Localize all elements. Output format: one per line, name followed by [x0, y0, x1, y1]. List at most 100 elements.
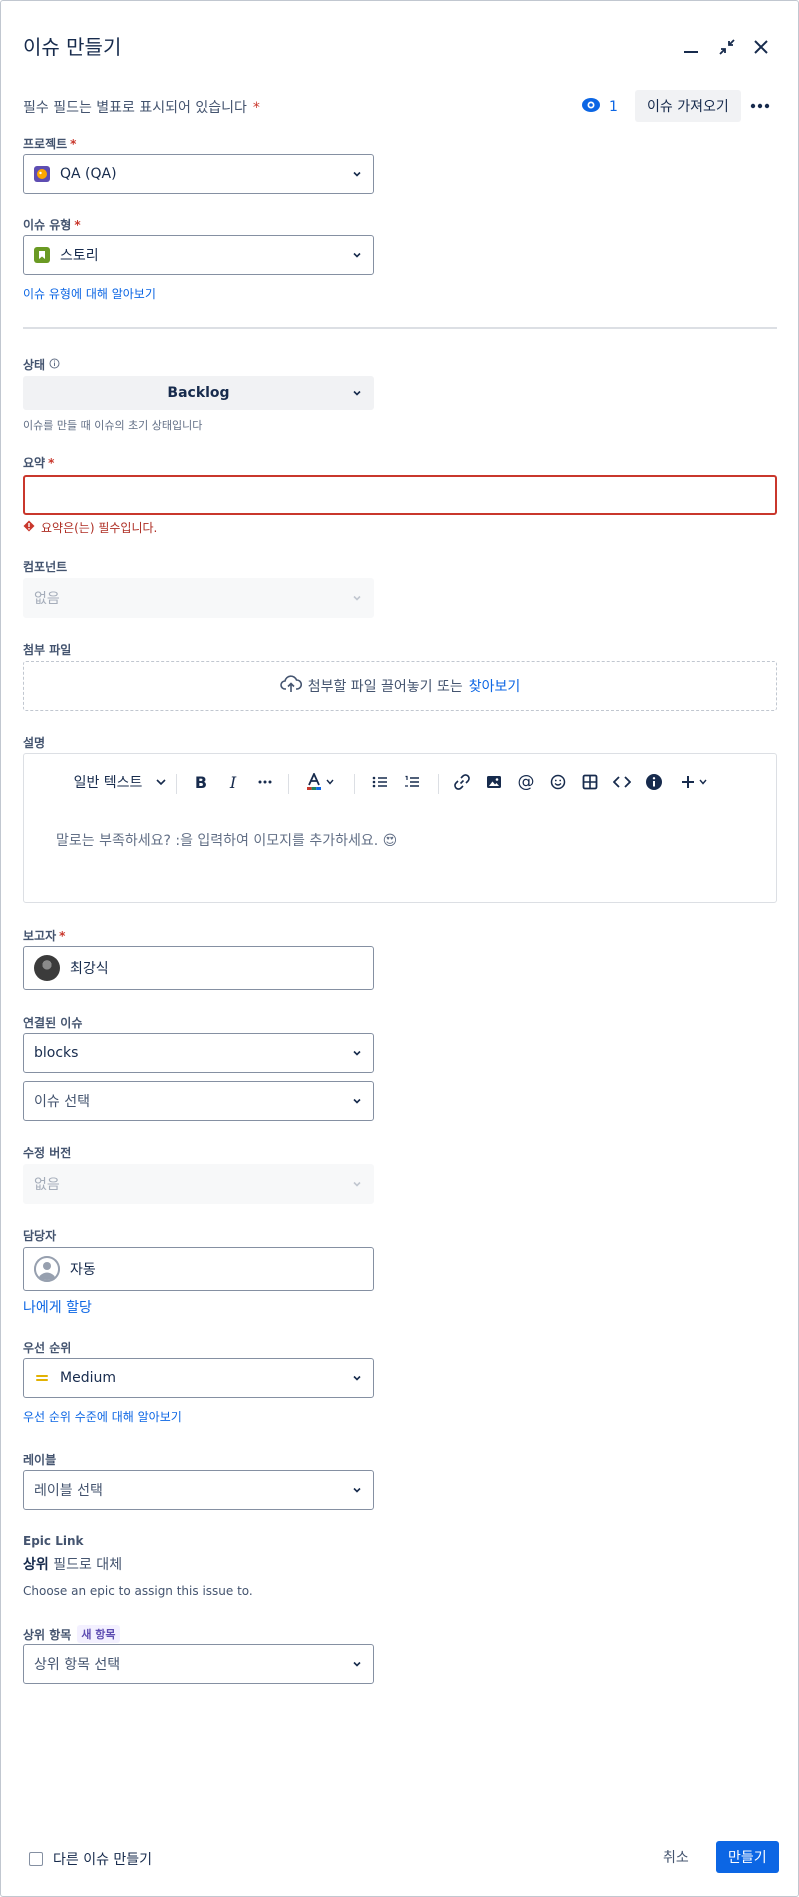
close-icon[interactable]: [747, 33, 775, 61]
fix-version-value: 없음: [34, 1177, 60, 1193]
chevron-down-icon: [353, 1098, 361, 1104]
parent-select[interactable]: 상위 항목 선택: [23, 1644, 374, 1684]
required-star: *: [74, 218, 81, 232]
components-value: 없음: [34, 591, 60, 607]
link-type-value: blocks: [34, 1045, 79, 1061]
attachment-label: 첨부 파일: [23, 643, 72, 657]
watch-count: 1: [609, 99, 618, 115]
issue-type-label: 이슈 유형 *: [23, 216, 81, 233]
fix-version-select: 없음: [23, 1164, 374, 1204]
priority-value: Medium: [60, 1370, 116, 1386]
more-formatting-icon[interactable]: [250, 762, 280, 802]
issue-type-label-text: 이슈 유형: [23, 218, 72, 232]
create-issue-modal: 이슈 만들기 필수 필드는 별표로 표시되어 있습니다 * 1 이슈 가져오기 프…: [0, 0, 799, 1897]
info-panel-icon[interactable]: [638, 762, 670, 802]
numbered-list-icon[interactable]: [396, 762, 428, 802]
project-icon: [34, 166, 50, 182]
required-note: 필수 필드는 별표로 표시되어 있습니다 *: [23, 97, 260, 117]
checkbox[interactable]: [29, 1852, 43, 1866]
info-icon[interactable]: [49, 358, 60, 372]
fix-version-label: 수정 버전: [23, 1146, 72, 1160]
create-another-label: 다른 이슈 만들기: [53, 1852, 153, 1868]
text-color-icon[interactable]: [300, 762, 340, 802]
avatar: [34, 955, 60, 981]
new-badge: 새 항목: [77, 1625, 120, 1643]
italic-icon[interactable]: I: [218, 762, 248, 802]
error-icon: [23, 520, 35, 535]
reporter-value: 최강식: [70, 961, 109, 977]
import-issues-button[interactable]: 이슈 가져오기: [635, 90, 741, 122]
learn-priority-link[interactable]: 우선 순위 수준에 대해 알아보기: [23, 1408, 182, 1425]
components-label: 컴포넌트: [23, 560, 68, 574]
labels-label: 레이블: [23, 1453, 57, 1467]
text-style-value: 일반 텍스트: [73, 775, 143, 791]
chevron-down-icon: [353, 252, 361, 258]
priority-select[interactable]: Medium: [23, 1358, 374, 1398]
browse-link[interactable]: 찾아보기: [469, 676, 521, 696]
section-divider: [23, 327, 777, 329]
issue-type-value: 스토리: [60, 248, 99, 264]
status-help: 이슈를 만들 때 이슈의 초기 상태입니다: [23, 419, 203, 432]
required-star: *: [70, 137, 77, 151]
mention-icon[interactable]: @: [510, 762, 542, 802]
summary-label-text: 요약: [23, 456, 46, 470]
project-value: QA (QA): [60, 166, 117, 182]
description-editor[interactable]: 일반 텍스트 B I @ 말로는 부족하세요?:을 입력하여 이모지를 추가하…: [23, 753, 777, 903]
required-star: *: [59, 929, 66, 943]
attachment-dropzone[interactable]: 첨부할 파일 끌어놓기 또는 찾아보기: [23, 661, 777, 711]
linked-issues-label: 연결된 이슈: [23, 1016, 83, 1030]
image-icon[interactable]: [478, 762, 510, 802]
minimize-icon[interactable]: [677, 33, 705, 61]
status-select[interactable]: Backlog: [23, 376, 374, 410]
status-label: 상태: [23, 356, 60, 373]
emoji-icon[interactable]: [542, 762, 574, 802]
insert-more-icon[interactable]: [674, 762, 714, 802]
summary-label: 요약 *: [23, 454, 54, 471]
collapse-icon[interactable]: [713, 33, 741, 61]
bullet-list-icon[interactable]: [364, 762, 396, 802]
assign-to-me-link[interactable]: 나에게 할당: [23, 1297, 92, 1317]
editor-placeholder: 말로는 부족하세요? :을 입력하여 이모지를 추가하세요. 😍: [56, 833, 398, 849]
link-type-select[interactable]: blocks: [23, 1033, 374, 1073]
watch-button[interactable]: 1: [581, 93, 618, 121]
reporter-select[interactable]: 최강식: [23, 946, 374, 990]
status-value: Backlog: [167, 385, 230, 401]
chevron-down-icon: [353, 390, 361, 396]
priority-medium-icon: [34, 1370, 50, 1386]
required-star: *: [252, 100, 260, 116]
assignee-select[interactable]: 자동: [23, 1247, 374, 1291]
assignee-label: 담당자: [23, 1229, 57, 1243]
project-select[interactable]: QA (QA): [23, 154, 374, 194]
learn-issue-types-link[interactable]: 이슈 유형에 대해 알아보기: [23, 285, 156, 302]
priority-label: 우선 순위: [23, 1341, 72, 1355]
more-actions-icon[interactable]: [745, 93, 775, 119]
link-icon[interactable]: [446, 762, 478, 802]
dropzone-text: 첨부할 파일 끌어놓기 또는: [307, 679, 463, 695]
parent-placeholder: 상위 항목 선택: [34, 1657, 121, 1673]
epic-link-label: Epic Link: [23, 1534, 84, 1548]
linked-issue-select[interactable]: 이슈 선택: [23, 1081, 374, 1121]
chevron-down-icon: [353, 171, 361, 177]
table-icon[interactable]: [574, 762, 606, 802]
assignee-value: 자동: [70, 1262, 96, 1278]
epic-link-replace-note: 상위 필드로 대체: [23, 1554, 122, 1574]
parent-label: 상위 항목 새 항목: [23, 1625, 120, 1643]
create-button[interactable]: 만들기: [716, 1841, 779, 1873]
status-label-text: 상태: [23, 358, 46, 372]
story-icon: [34, 247, 50, 263]
issue-type-select[interactable]: 스토리: [23, 235, 374, 275]
chevron-down-icon: [353, 1050, 361, 1056]
chevron-down-icon: [353, 1375, 361, 1381]
required-note-text: 필수 필드는 별표로 표시되어 있습니다: [23, 100, 247, 116]
summary-input[interactable]: [23, 475, 777, 515]
epic-link-help: Choose an epic to assign this issue to.: [23, 1584, 253, 1598]
text-style-dropdown[interactable]: 일반 텍스트: [60, 762, 180, 802]
cloud-upload-icon: [279, 675, 302, 697]
chevron-down-icon: [156, 779, 166, 786]
create-another-toggle[interactable]: 다른 이슈 만들기: [29, 1849, 152, 1869]
bold-icon[interactable]: B: [186, 762, 216, 802]
reporter-label: 보고자 *: [23, 927, 65, 944]
code-icon[interactable]: [606, 762, 638, 802]
labels-select[interactable]: 레이블 선택: [23, 1470, 374, 1510]
cancel-button[interactable]: 취소: [653, 1841, 699, 1873]
